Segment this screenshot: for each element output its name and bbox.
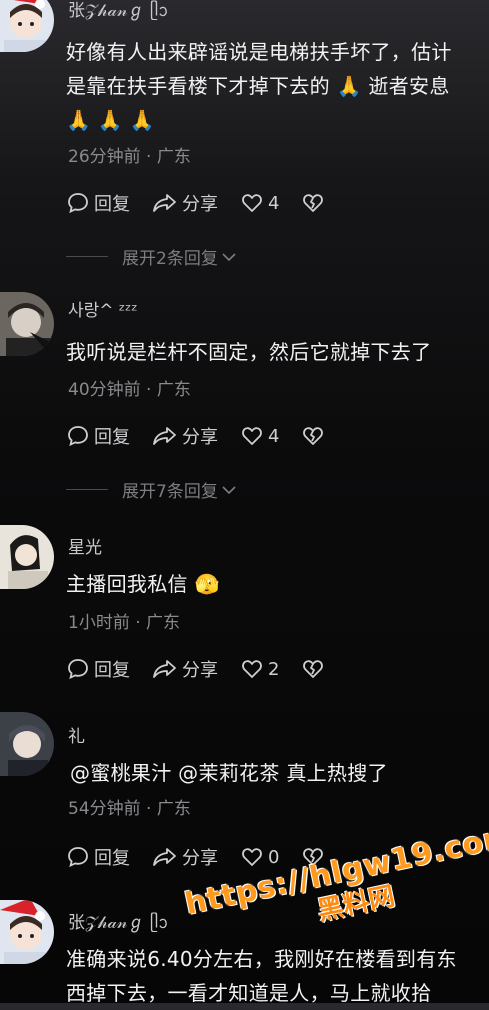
- share-label: 分享: [182, 427, 218, 448]
- heart-icon: [242, 427, 262, 445]
- watermark-url: https://hlgw19.com: [182, 818, 489, 923]
- reply-label: 回复: [94, 194, 130, 215]
- action-bar: 回复 分享 4: [66, 188, 351, 218]
- like-button[interactable]: 2: [240, 657, 279, 681]
- avatar[interactable]: [0, 0, 54, 52]
- dislike-button[interactable]: [301, 191, 329, 215]
- divider: [66, 256, 108, 257]
- like-button[interactable]: 0: [240, 845, 279, 869]
- share-button[interactable]: 分享: [152, 423, 218, 449]
- username[interactable]: 星光: [68, 533, 102, 558]
- action-bar: 回复 分享 0: [66, 842, 351, 872]
- comment-icon: [68, 426, 88, 447]
- username[interactable]: 张𝒵𝒽𝒶𝓃ℊ ᥫᩣ: [68, 0, 168, 25]
- heart-icon: [242, 194, 262, 212]
- comment-text: 主播回我私信 🫣: [66, 572, 220, 596]
- expand-replies[interactable]: 展开2条回复: [66, 244, 238, 269]
- avatar[interactable]: [0, 712, 54, 776]
- expand-replies-label: 展开7条回复: [122, 482, 218, 502]
- reply-button[interactable]: 回复: [66, 656, 130, 682]
- dislike-button[interactable]: [301, 424, 329, 448]
- broken-heart-icon: [303, 848, 324, 866]
- reply-button[interactable]: 回复: [66, 423, 130, 449]
- time-location: 26分钟前 · 广东: [68, 147, 191, 167]
- share-icon: [153, 660, 176, 678]
- comment-text: 准确来说6.40分左右，我刚好在楼看到有东西掉下去，一看才知道是人，马上就收拾: [66, 947, 457, 1005]
- share-button[interactable]: 分享: [152, 656, 218, 682]
- chevron-down-icon: [222, 252, 236, 261]
- share-icon: [153, 427, 176, 445]
- avatar[interactable]: [0, 292, 54, 356]
- share-icon: [153, 848, 176, 866]
- like-count: 4: [268, 192, 280, 214]
- dislike-button[interactable]: [301, 657, 329, 681]
- reply-label: 回复: [94, 848, 130, 869]
- action-bar: 回复 分享 2: [66, 654, 351, 684]
- share-label: 分享: [182, 660, 218, 681]
- time-location: 54分钟前 · 广东: [68, 799, 191, 819]
- time-location: 1小时前 · 广东: [68, 613, 181, 633]
- comment-icon: [68, 659, 88, 680]
- time-location: 40分钟前 · 广东: [68, 380, 191, 400]
- heart-icon: [242, 660, 262, 678]
- heart-icon: [242, 848, 262, 866]
- like-count: 2: [268, 658, 280, 680]
- expand-replies[interactable]: 展开7条回复: [66, 477, 238, 502]
- expand-replies-label: 展开2条回复: [122, 249, 218, 269]
- comment-text: 好像有人出来辟谣说是电梯扶手坏了，估计是靠在扶手看楼下才掉下去的 🙏 逝者安息 …: [66, 40, 452, 132]
- share-icon: [153, 194, 176, 212]
- like-count: 4: [268, 425, 280, 447]
- avatar[interactable]: [0, 525, 54, 589]
- action-bar: 回复 分享 4: [66, 421, 351, 451]
- broken-heart-icon: [303, 194, 324, 212]
- share-label: 分享: [182, 194, 218, 215]
- broken-heart-icon: [303, 660, 324, 678]
- comment-icon: [68, 193, 88, 214]
- comment-text: 我听说是栏杆不固定，然后它就掉下去了: [66, 340, 432, 364]
- username[interactable]: 礼: [68, 722, 85, 747]
- username[interactable]: 张𝒵𝒽𝒶𝓃ℊ ᥫᩣ: [68, 908, 168, 937]
- like-button[interactable]: 4: [240, 424, 279, 448]
- comment-text: @蜜桃果汁 @茉莉花茶 真上热搜了: [70, 761, 388, 785]
- broken-heart-icon: [303, 427, 324, 445]
- avatar[interactable]: [0, 900, 54, 964]
- comment-icon: [68, 847, 88, 868]
- dislike-button[interactable]: [301, 845, 329, 869]
- share-label: 分享: [182, 848, 218, 869]
- chevron-down-icon: [222, 485, 236, 494]
- like-count: 0: [268, 846, 280, 868]
- divider: [66, 489, 108, 490]
- reply-button[interactable]: 回复: [66, 190, 130, 216]
- like-button[interactable]: 4: [240, 191, 279, 215]
- share-button[interactable]: 分享: [152, 844, 218, 870]
- share-button[interactable]: 分享: [152, 190, 218, 216]
- reply-button[interactable]: 回复: [66, 844, 130, 870]
- reply-label: 回复: [94, 660, 130, 681]
- reply-label: 回复: [94, 427, 130, 448]
- username[interactable]: 사랑^ ᶻᶻᶻ: [68, 296, 138, 321]
